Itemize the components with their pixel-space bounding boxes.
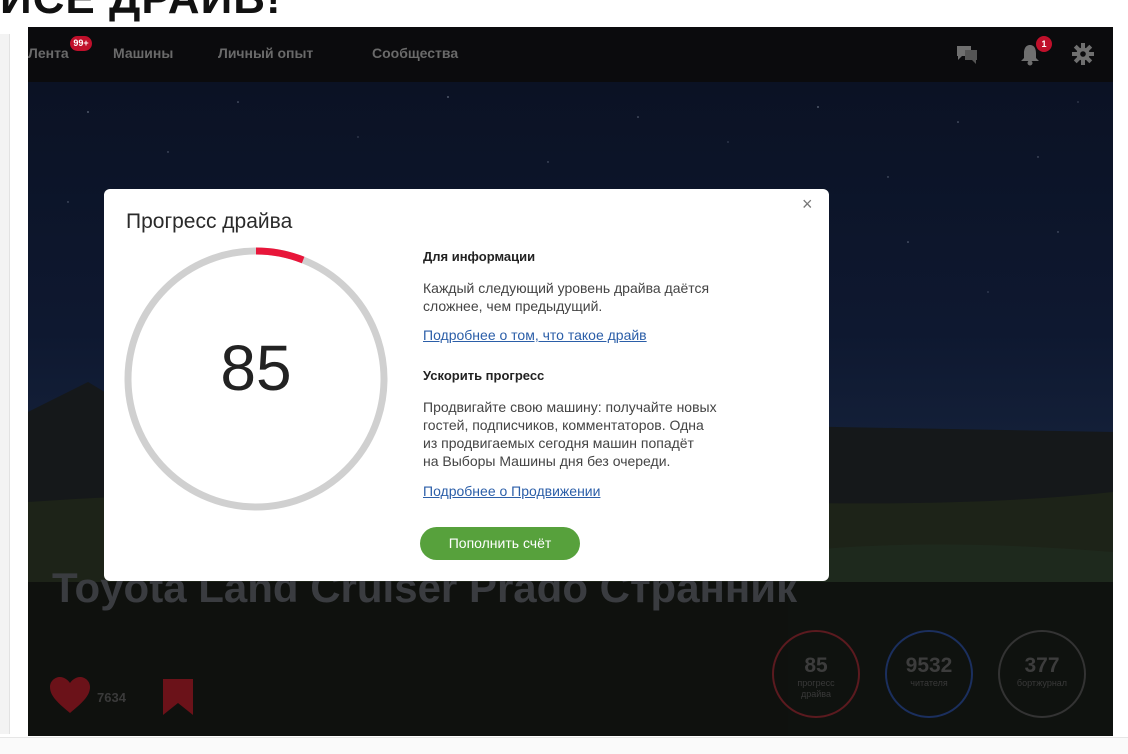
- info-text-line-2: сложнее, чем предыдущий.: [423, 298, 603, 314]
- logbook-value: 377: [1024, 654, 1060, 677]
- boost-text-line-1: Продвигайте свою машину: получайте новых: [423, 399, 717, 415]
- readers-stat[interactable]: 9532 читателя: [885, 630, 973, 718]
- nav-item-feed[interactable]: Лента: [28, 45, 69, 61]
- top-up-balance-button[interactable]: Пополнить счёт: [420, 527, 580, 560]
- boost-text-line-4: на Выборы Машины дня без очереди.: [423, 453, 671, 469]
- boost-text-line-2: гостей, подписчиков, комментаторов. Одна: [423, 417, 704, 433]
- bottom-page-edge: [0, 737, 1128, 754]
- logbook-label: бортжурнал: [1016, 678, 1068, 688]
- nav-item-cars[interactable]: Машины: [113, 45, 173, 61]
- drive-progress-label-2: драйва: [801, 689, 831, 699]
- readers-value: 9532: [905, 654, 953, 677]
- info-text-line-1: Каждый следующий уровень драйва даётся: [423, 280, 710, 296]
- drive-progress-modal: Прогресс драйва × 85 Для информации Кажд…: [104, 189, 829, 581]
- drive-info-link[interactable]: Подробнее о том, что такое драйв: [423, 327, 647, 343]
- page-heading-cut: ИСЕ ДРАЙВ!: [0, 0, 282, 24]
- close-button[interactable]: ×: [802, 194, 813, 215]
- drive-level-number: 85: [220, 332, 292, 404]
- boost-heading: Ускорить прогресс: [423, 368, 545, 383]
- heart-like-icon[interactable]: [48, 675, 92, 715]
- likes-count: 7634: [97, 690, 126, 705]
- left-page-edge: [0, 34, 10, 734]
- boost-text-line-3: из продвигаемых сегодня машин попадёт: [423, 435, 694, 451]
- modal-title: Прогресс драйва: [126, 210, 293, 233]
- top-navigation-bar: Лента 99+ Машины Личный опыт Сообщества …: [28, 27, 1113, 82]
- screenshot-stage: ИСЕ ДРАЙВ! Лента: [0, 0, 1128, 754]
- readers-label: читателя: [910, 678, 948, 688]
- notifications-badge: 1: [1036, 36, 1052, 52]
- messages-icon[interactable]: [953, 40, 981, 68]
- info-heading: Для информации: [423, 249, 536, 264]
- drive-progress-stat[interactable]: 85 прогресс драйва: [772, 630, 860, 718]
- settings-gear-icon[interactable]: [1069, 40, 1097, 68]
- drive-progress-label: прогресс: [797, 678, 835, 688]
- nav-item-experience[interactable]: Личный опыт: [218, 45, 313, 61]
- feed-count-badge: 99+: [70, 36, 92, 51]
- drive-progress-value: 85: [804, 654, 828, 677]
- logbook-stat[interactable]: 377 бортжурнал: [998, 630, 1086, 718]
- promotion-info-link[interactable]: Подробнее о Продвижении: [423, 483, 600, 499]
- bookmark-icon[interactable]: [161, 677, 195, 717]
- nav-item-communities[interactable]: Сообщества: [372, 45, 458, 61]
